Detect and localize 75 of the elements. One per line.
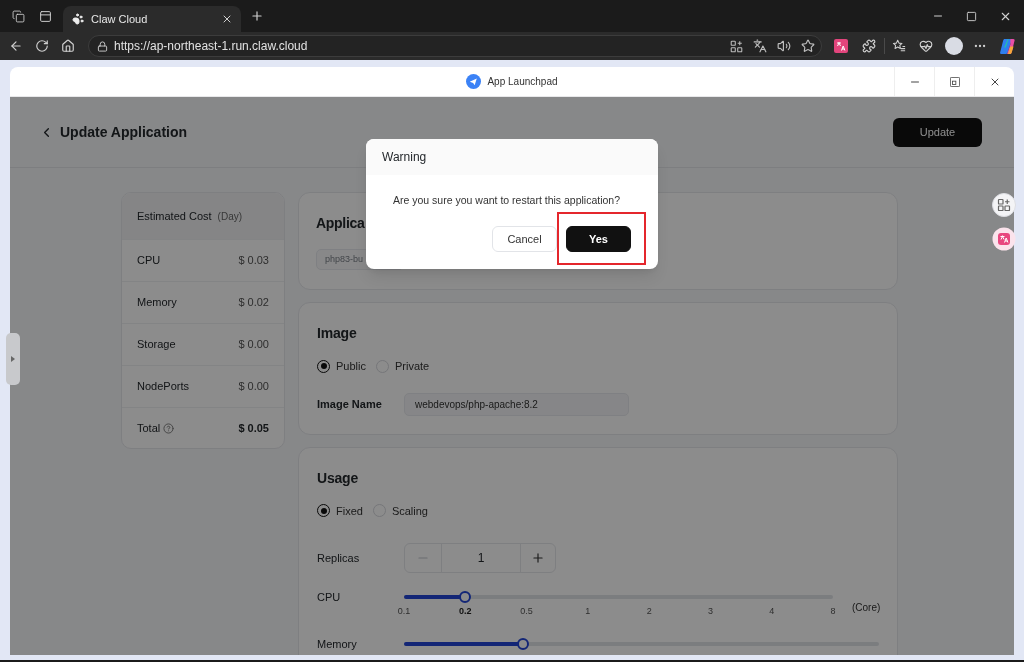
grid-plus-icon[interactable]: [992, 193, 1016, 217]
cost-label: Total: [137, 420, 161, 436]
radio-label: Private: [394, 359, 430, 374]
slider-label: Memory: [317, 638, 358, 650]
slider-thumb[interactable]: [459, 591, 472, 603]
slider[interactable]: [404, 638, 879, 650]
radio-button[interactable]: [317, 504, 330, 518]
image-name-field[interactable]: webdevops/php-apache:8.2: [404, 392, 629, 416]
dialog-button[interactable]: Yes: [566, 226, 631, 252]
update-button[interactable]: Update: [893, 117, 982, 147]
cost-title: Estimated Cost: [137, 208, 212, 224]
dialog-message: Are you sure you want to restart this application?: [392, 193, 622, 207]
cost-value: $ 0.03: [238, 253, 269, 269]
cost-label: Memory: [137, 295, 177, 311]
tick-label: 8: [830, 605, 836, 617]
tick-label: 1: [585, 605, 591, 617]
translate-extension-icon[interactable]: [834, 39, 848, 53]
caret-icon: [11, 356, 15, 362]
cost-label: Storage: [137, 337, 176, 353]
address-field[interactable]: https://ap-northeast-1.run.claw.cloud: [88, 35, 822, 57]
replicas-input[interactable]: 1: [442, 544, 520, 572]
lock-icon: [97, 40, 108, 52]
cost-total: $ 0.05: [238, 420, 269, 436]
slider-thumb[interactable]: [516, 638, 529, 650]
speaker-icon[interactable]: [777, 39, 791, 53]
translate-icon[interactable]: [753, 39, 767, 53]
tick-label: 4: [769, 605, 775, 617]
new-tab-icon[interactable]: [250, 9, 264, 23]
favorites-icon[interactable]: [892, 39, 906, 53]
tick-label: 2: [646, 605, 652, 617]
plus-icon: [531, 551, 545, 565]
tick-label: 0.5: [520, 605, 533, 617]
maximize-icon[interactable]: [966, 10, 977, 22]
unit-label: (Core): [852, 601, 881, 615]
star-icon[interactable]: [801, 39, 815, 53]
refresh-icon[interactable]: [35, 39, 49, 53]
multicolor-logo-icon[interactable]: [999, 37, 1016, 55]
radio-label: Public: [336, 359, 366, 374]
page-title: Update Application: [60, 122, 188, 142]
close-icon[interactable]: [221, 13, 233, 25]
paw-icon: [72, 13, 84, 25]
slider-label: CPU: [317, 591, 342, 603]
avatar[interactable]: [945, 37, 963, 55]
cost-value: $ 0.00: [238, 337, 269, 353]
sidebar-toggle-button[interactable]: [6, 333, 20, 385]
heart-pulse-icon[interactable]: [919, 39, 933, 53]
stacked-squares-icon[interactable]: [12, 9, 25, 23]
restore-icon[interactable]: [949, 76, 960, 87]
slider[interactable]: [404, 591, 833, 603]
section-title: Applica: [316, 214, 365, 233]
browser-tab[interactable]: Claw Cloud: [63, 6, 241, 32]
back-icon[interactable]: [9, 39, 23, 53]
replicas-label: Replicas: [317, 550, 361, 566]
cost-period: (Day): [217, 209, 243, 224]
grid-plus-icon[interactable]: [730, 39, 743, 53]
radio-button[interactable]: [317, 359, 330, 373]
tick-label: 0.1: [397, 605, 411, 617]
tick-label: 3: [707, 605, 713, 617]
radio-label: Fixed: [336, 503, 363, 519]
cost-label: NodePorts: [137, 379, 189, 395]
radio-label: Scaling: [391, 503, 428, 519]
field-label: Image Name: [317, 396, 383, 412]
dialog-button[interactable]: Cancel: [492, 226, 557, 252]
window-title: App Launchpad: [487, 75, 558, 89]
tick-label: 0.2: [459, 605, 472, 617]
panel-icon[interactable]: [39, 9, 52, 23]
cost-value: $ 0.02: [238, 295, 269, 311]
section-title: Usage: [317, 468, 360, 488]
puzzle-icon[interactable]: [862, 39, 876, 53]
cost-value: $ 0.00: [238, 379, 269, 395]
dialog-title: Warning: [382, 149, 427, 166]
paper-plane-icon: [466, 74, 482, 89]
cost-label: CPU: [137, 253, 161, 269]
home-icon[interactable]: [61, 39, 75, 53]
section-title: Image: [317, 324, 358, 343]
